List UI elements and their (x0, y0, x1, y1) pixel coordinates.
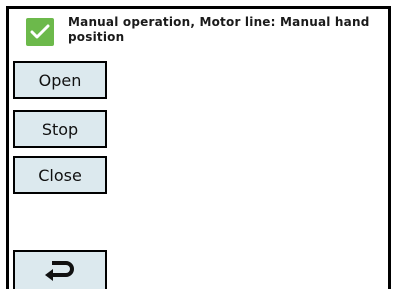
checkmark-glyph (30, 24, 50, 39)
frame-border-top (6, 6, 391, 9)
frame-border-left (6, 6, 9, 289)
open-button[interactable]: Open (13, 61, 107, 99)
screen: Manual operation, Motor line: Manual han… (0, 0, 398, 289)
return-arrow-icon (45, 261, 74, 281)
frame-border-right (388, 6, 391, 289)
stop-button[interactable]: Stop (13, 110, 107, 148)
close-button[interactable]: Close (13, 156, 107, 194)
status-message: Manual operation, Motor line: Manual han… (68, 15, 370, 44)
back-button[interactable] (13, 250, 107, 289)
checkmark-icon (26, 18, 54, 46)
